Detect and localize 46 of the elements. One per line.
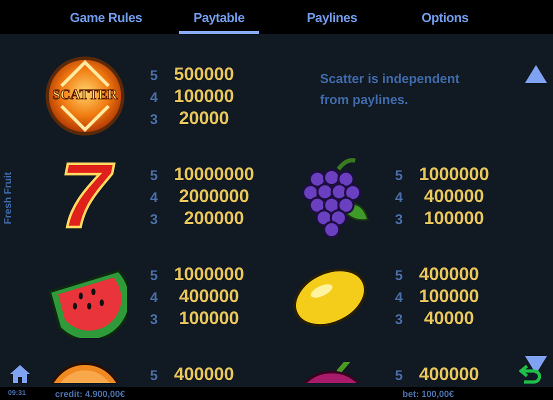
bet-label: bet: 100,00€	[402, 388, 454, 398]
symbol-count: 4	[150, 188, 159, 204]
payout-amount: 400000	[419, 364, 480, 384]
symbol-count: 5	[150, 166, 159, 182]
payout-amount: 100000	[423, 208, 486, 228]
payout-amount: 40000	[423, 308, 476, 328]
payout-amount: 20000	[178, 108, 230, 128]
payout-amount: 400000	[174, 364, 234, 384]
symbol-count: 5	[150, 366, 159, 382]
tab[interactable]: Game Rules	[66, 0, 146, 34]
back-arrow-icon[interactable]	[519, 364, 541, 384]
payout-amount: 200000	[183, 208, 246, 228]
symbol-count: 3	[395, 210, 404, 226]
scroll-down-button[interactable]	[524, 355, 548, 375]
payout-amount: 400000	[423, 186, 486, 206]
tab[interactable]: Paylines	[292, 0, 372, 34]
symbol-count: 3	[395, 310, 404, 326]
payout-amount: 100000	[419, 286, 480, 306]
credit-label: credit: 4.900,00€	[55, 388, 126, 398]
payout-amount: 400000	[419, 264, 480, 284]
symbol-count: 4	[395, 288, 404, 304]
symbol-count: 3	[150, 310, 159, 326]
symbol-count: 4	[395, 188, 404, 204]
symbol-count: 3	[150, 110, 159, 126]
home-icon[interactable]	[9, 364, 31, 384]
payout-amount: 1000000	[419, 164, 490, 184]
symbol-count: 4	[150, 88, 159, 104]
category-label: Fresh Fruit	[3, 172, 14, 224]
payout-amount: 100000	[174, 86, 234, 106]
payout-amount: 500000	[174, 64, 234, 84]
symbol-count: 5	[395, 266, 404, 282]
symbol-count: 5	[395, 166, 404, 182]
symbol-count: 5	[150, 66, 159, 82]
symbol-count: 5	[395, 366, 404, 382]
scroll-up-button[interactable]	[524, 64, 548, 84]
symbol-count: 5	[150, 266, 159, 282]
payout-amount: 10000000	[174, 164, 254, 184]
scatter-note: Scatter is independent from paylines.	[319, 70, 460, 109]
payout-amount: 100000	[178, 308, 240, 328]
symbol-count: 3	[150, 210, 159, 226]
payout-amount: 1000000	[174, 264, 244, 284]
tab[interactable]: Options	[405, 0, 485, 34]
tab[interactable]: Paytable	[179, 0, 259, 34]
payout-amount: 2000000	[178, 186, 250, 206]
symbol-count: 4	[150, 288, 159, 304]
payout-amount: 400000	[178, 286, 240, 306]
